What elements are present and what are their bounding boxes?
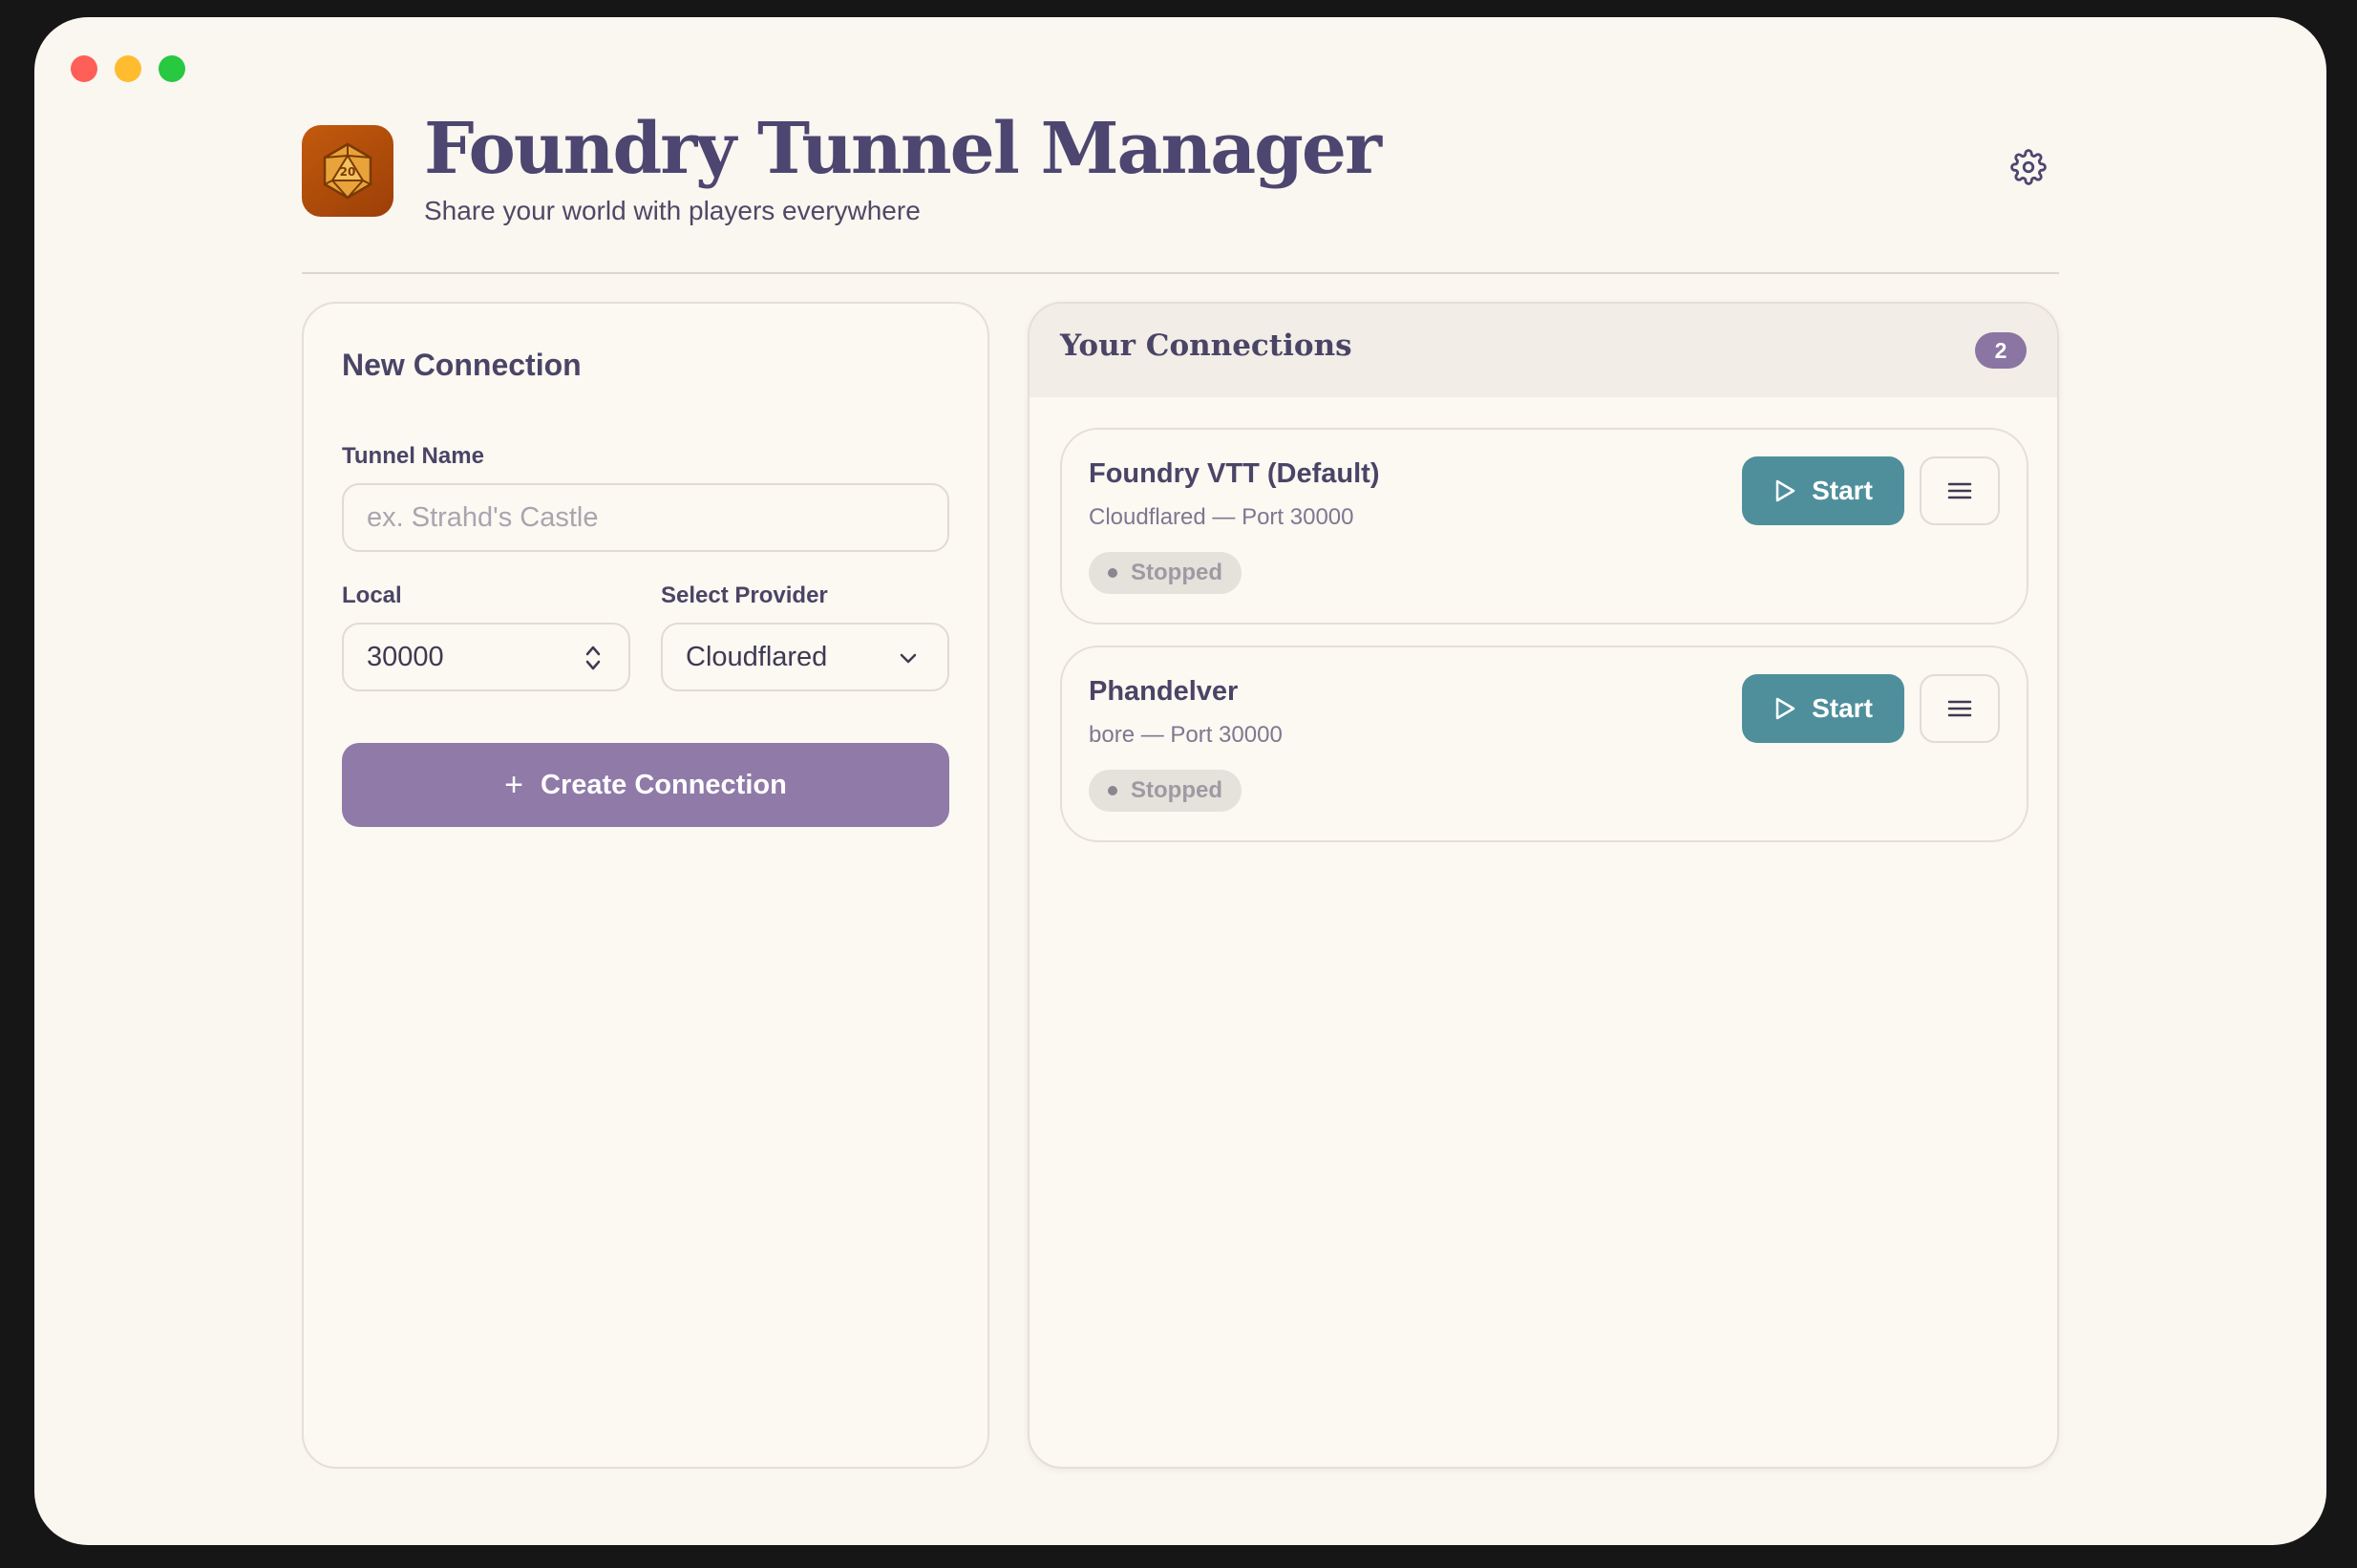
connection-details: bore — Port 30000 bbox=[1089, 722, 1283, 748]
logo-text: 20 bbox=[340, 165, 356, 179]
hamburger-menu-icon bbox=[1947, 700, 1972, 717]
new-connection-title: New Connection bbox=[342, 348, 582, 382]
menu-button[interactable] bbox=[1920, 674, 2000, 743]
stepper-arrows-icon[interactable] bbox=[583, 642, 604, 674]
minimize-window-button[interactable] bbox=[115, 55, 141, 82]
window-controls bbox=[71, 55, 185, 82]
status-dot-icon bbox=[1108, 568, 1117, 578]
local-port-value: 30000 bbox=[367, 641, 444, 672]
connections-panel: Your Connections 2 Foundry VTT (Default)… bbox=[1028, 302, 2059, 1469]
provider-label: Select Provider bbox=[661, 583, 828, 608]
status-badge: Stopped bbox=[1089, 770, 1242, 812]
chevron-down-icon bbox=[900, 653, 917, 664]
start-label: Start bbox=[1812, 476, 1873, 505]
provider-select[interactable]: Cloudflared bbox=[661, 623, 949, 691]
settings-gear-icon[interactable] bbox=[2007, 146, 2049, 188]
app-window: 20 Foundry Tunnel Manager Share your wor… bbox=[34, 17, 2326, 1545]
new-connection-panel: New Connection Tunnel Name ex. Strahd's … bbox=[302, 302, 989, 1469]
tunnel-name-placeholder: ex. Strahd's Castle bbox=[367, 501, 599, 533]
app-subtitle: Share your world with players everywhere bbox=[424, 196, 921, 225]
play-icon bbox=[1775, 479, 1795, 502]
create-connection-button[interactable]: + Create Connection bbox=[342, 743, 949, 827]
tunnel-name-input[interactable]: ex. Strahd's Castle bbox=[342, 483, 949, 552]
create-connection-label: Create Connection bbox=[541, 769, 787, 800]
status-dot-icon bbox=[1108, 786, 1117, 795]
start-button[interactable]: Start bbox=[1742, 674, 1904, 743]
status-text: Stopped bbox=[1131, 560, 1222, 585]
status-badge: Stopped bbox=[1089, 552, 1242, 594]
hamburger-menu-icon bbox=[1947, 482, 1972, 499]
local-port-label: Local bbox=[342, 583, 402, 608]
tunnel-name-label: Tunnel Name bbox=[342, 443, 484, 469]
connections-header: Your Connections 2 bbox=[1030, 304, 2057, 397]
menu-button[interactable] bbox=[1920, 456, 2000, 525]
local-port-stepper[interactable]: 30000 bbox=[342, 623, 630, 691]
app-header: 20 Foundry Tunnel Manager Share your wor… bbox=[302, 108, 2059, 274]
connection-card: Foundry VTT (Default) Cloudflared — Port… bbox=[1060, 428, 2028, 625]
plus-icon: + bbox=[504, 767, 524, 803]
status-text: Stopped bbox=[1131, 777, 1222, 803]
start-label: Start bbox=[1812, 693, 1873, 723]
connection-name: Phandelver bbox=[1089, 676, 1239, 707]
connection-card: Phandelver bore — Port 30000 Stopped Sta… bbox=[1060, 646, 2028, 842]
play-icon bbox=[1775, 697, 1795, 720]
app-title: Foundry Tunnel Manager bbox=[424, 108, 1382, 190]
connection-details: Cloudflared — Port 30000 bbox=[1089, 504, 1354, 530]
provider-value: Cloudflared bbox=[686, 641, 828, 672]
zoom-window-button[interactable] bbox=[159, 55, 185, 82]
d20-dice-icon: 20 bbox=[302, 125, 393, 217]
close-window-button[interactable] bbox=[71, 55, 97, 82]
connection-name: Foundry VTT (Default) bbox=[1089, 458, 1380, 489]
connections-count-badge: 2 bbox=[1975, 332, 2027, 369]
connections-title: Your Connections bbox=[1060, 328, 1352, 363]
start-button[interactable]: Start bbox=[1742, 456, 1904, 525]
